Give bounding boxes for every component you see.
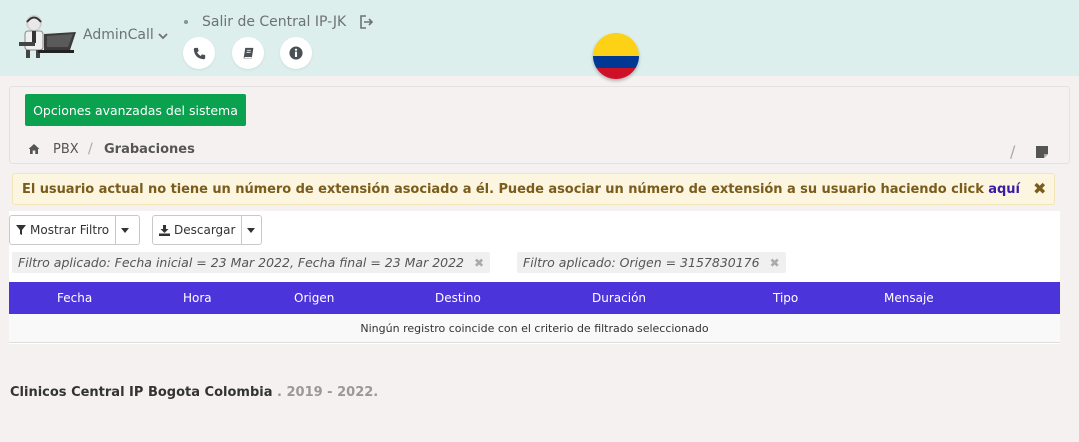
colombia-flag-icon[interactable]	[593, 33, 639, 79]
book-icon	[243, 47, 253, 58]
applied-filter-date-label: Filtro aplicado: Fecha inicial = 23 Mar …	[18, 255, 465, 270]
footer-years: . 2019 - 2022.	[272, 385, 379, 400]
download-button[interactable]: Descargar	[153, 216, 243, 244]
breadcrumb-current: Grabaciones	[104, 142, 195, 157]
show-filter-caret[interactable]	[116, 216, 134, 244]
remove-filter-icon[interactable]: ✖	[474, 256, 484, 270]
chevron-down-icon[interactable]	[157, 30, 169, 42]
alert-message: El usuario actual no tiene un número de …	[22, 182, 1020, 197]
applied-filter-date: Filtro aplicado: Fecha inicial = 23 Mar …	[12, 252, 491, 273]
column-duracion[interactable]: Duración	[592, 291, 646, 305]
applied-filter-origin-label: Filtro aplicado: Origen = 3157830176	[523, 255, 760, 270]
applied-filter-origin: Filtro aplicado: Origen = 3157830176 ✖	[517, 252, 786, 273]
show-filter-dropdown[interactable]: Mostrar Filtro	[9, 215, 140, 245]
alert-link[interactable]: aquí	[988, 182, 1020, 197]
alert-message-text: El usuario actual no tiene un número de …	[22, 182, 989, 197]
advanced-options-button[interactable]: Opciones avanzadas del sistema	[25, 94, 246, 126]
flag-stripe-yellow	[593, 33, 639, 56]
top-header: AdminCall Salir de Central IP-JK	[0, 0, 1079, 79]
home-icon[interactable]	[28, 143, 40, 155]
remove-filter-icon[interactable]: ✖	[770, 256, 780, 270]
breadcrumb-separator: /	[88, 141, 93, 157]
flag-stripe-red	[593, 67, 639, 79]
column-origen[interactable]: Origen	[294, 291, 334, 305]
column-mensaje[interactable]: Mensaje	[884, 291, 934, 305]
phone-icon	[193, 47, 205, 59]
book-button[interactable]	[232, 37, 264, 69]
download-label: Descargar	[174, 223, 236, 237]
breadcrumb-pbx[interactable]: PBX	[53, 142, 79, 157]
flag-stripe-blue	[593, 56, 639, 68]
show-filter-label: Mostrar Filtro	[30, 223, 110, 237]
sign-out-icon[interactable]	[359, 15, 373, 29]
filter-icon	[16, 225, 26, 235]
empty-table-message: Ningún registro coincide con el criterio…	[9, 314, 1060, 343]
column-fecha[interactable]: Fecha	[57, 291, 92, 305]
column-destino[interactable]: Destino	[435, 291, 481, 305]
info-button[interactable]	[280, 37, 312, 69]
table-header: Fecha Hora Origen Destino Duración Tipo …	[9, 282, 1060, 314]
caret-down-icon	[247, 227, 256, 233]
warning-alert: El usuario actual no tiene un número de …	[12, 173, 1055, 205]
logout-link[interactable]: Salir de Central IP-JK	[202, 14, 346, 30]
column-hora[interactable]: Hora	[183, 291, 212, 305]
download-dropdown[interactable]: Descargar	[152, 215, 262, 245]
footer-company: Clinicos Central IP Bogota Colombia	[10, 385, 273, 400]
bullet-dot	[184, 20, 188, 24]
user-menu-toggle[interactable]: AdminCall	[83, 27, 154, 43]
show-filter-button[interactable]: Mostrar Filtro	[10, 216, 117, 244]
download-icon	[159, 224, 170, 236]
info-icon	[289, 46, 303, 60]
caret-down-icon	[121, 227, 130, 233]
close-icon[interactable]: ✖	[1033, 179, 1046, 198]
download-caret[interactable]	[242, 216, 260, 244]
footer: Clinicos Central IP Bogota Colombia . 20…	[10, 385, 378, 400]
toolbar-divider: /	[1010, 142, 1016, 161]
column-tipo[interactable]: Tipo	[773, 291, 798, 305]
phone-button[interactable]	[183, 37, 215, 69]
user-avatar-logo[interactable]	[14, 14, 78, 58]
sticky-note-icon[interactable]	[1035, 145, 1049, 159]
